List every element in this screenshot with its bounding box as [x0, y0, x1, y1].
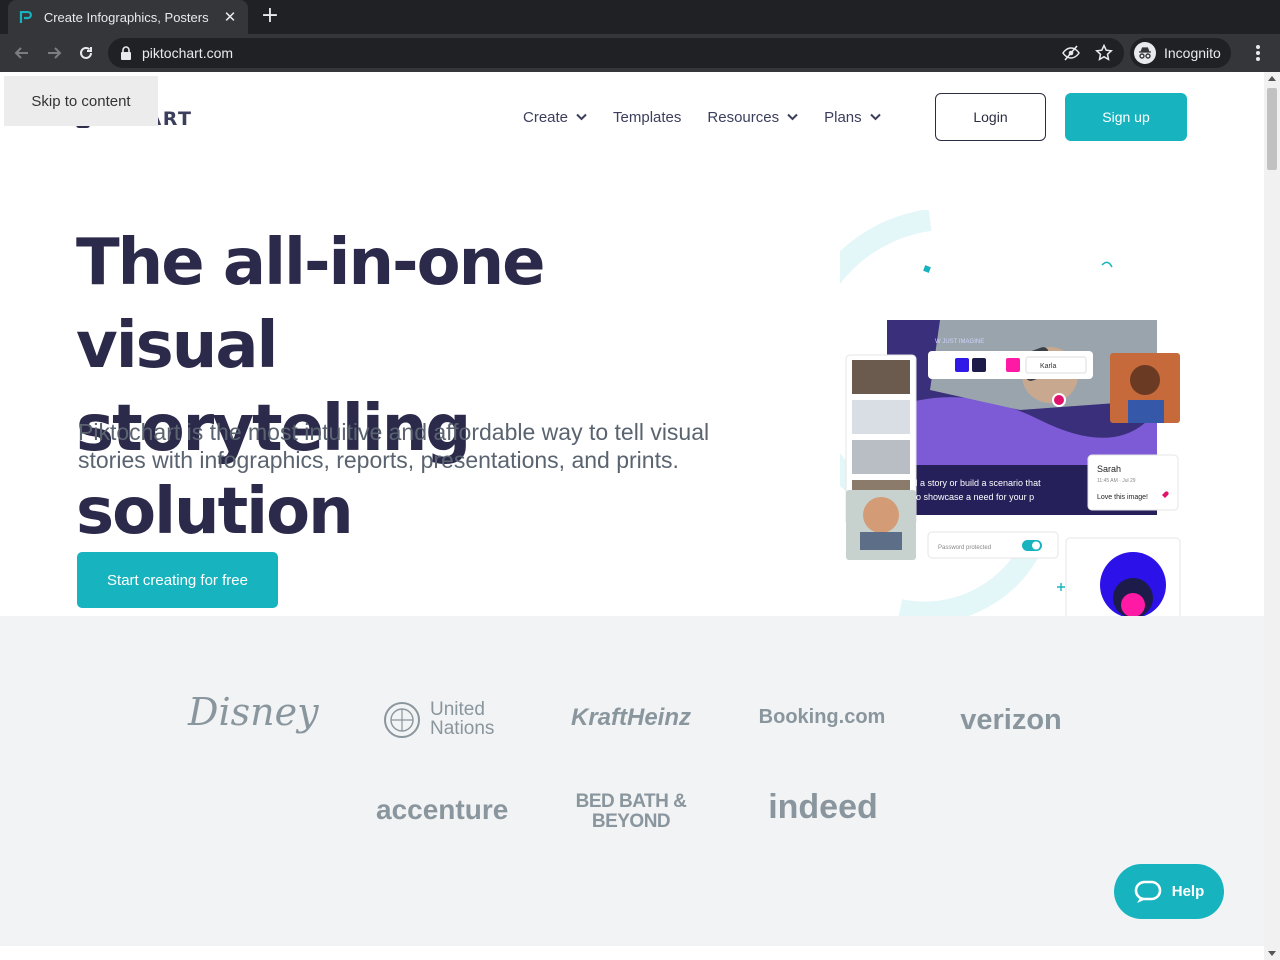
browser-tab[interactable]: Create Infographics, Posters ✕ — [8, 0, 248, 34]
incognito-icon — [1134, 42, 1156, 64]
nav-create[interactable]: Create — [523, 106, 587, 128]
logo-bed-bath-beyond: BED BATH & BEYOND — [575, 791, 687, 832]
page-viewport: Skip to content OCHART Create Templates … — [0, 72, 1280, 960]
nav-resources-label: Resources — [707, 108, 780, 126]
main-nav: Create Templates Resources Plans — [523, 106, 907, 128]
start-creating-button[interactable]: Start creating for free — [77, 552, 278, 608]
nav-plans-label: Plans — [824, 108, 862, 126]
address-bar[interactable]: piktochart.com — [108, 38, 1124, 68]
scroll-thumb[interactable] — [1267, 88, 1277, 170]
back-icon[interactable] — [10, 41, 34, 65]
un-emblem-icon — [384, 702, 420, 738]
art-caption-line1: Tell a story or build a scenario that — [904, 478, 1041, 488]
incognito-label: Incognito — [1164, 45, 1221, 61]
piktochart-favicon-icon — [19, 10, 32, 23]
bookmark-star-icon[interactable] — [1095, 44, 1113, 62]
nav-create-label: Create — [523, 108, 569, 126]
login-button[interactable]: Login — [935, 93, 1046, 141]
nav-resources[interactable]: Resources — [707, 106, 798, 128]
chevron-down-icon — [787, 113, 798, 121]
tab-title: Create Infographics, Posters — [43, 9, 209, 25]
logo-accenture: accenture — [376, 794, 509, 825]
page-scrollbar[interactable] — [1264, 72, 1280, 960]
nav-plans[interactable]: Plans — [824, 106, 881, 128]
logo-kraftheinz: KraftHeinz — [570, 704, 691, 731]
reload-icon[interactable] — [74, 41, 98, 65]
incognito-indicator[interactable]: Incognito — [1130, 38, 1231, 68]
art-caption-line2: le to showcase a need for your p — [904, 492, 1034, 502]
scroll-up-icon[interactable] — [1268, 76, 1276, 81]
logo-verizon: verizon — [960, 704, 1062, 736]
tab-close-icon[interactable]: ✕ — [222, 8, 238, 26]
browser-tabstrip: Create Infographics, Posters ✕ + — [0, 0, 1280, 34]
art-comment-text: Love this image! — [1097, 494, 1148, 501]
logo-booking: Booking.com — [758, 706, 886, 728]
art-comment-name: Sarah — [1097, 464, 1121, 474]
chevron-down-icon — [869, 113, 881, 121]
browser-menu-icon[interactable] — [1248, 42, 1268, 64]
signup-button[interactable]: Sign up — [1065, 93, 1187, 141]
chevron-down-icon — [576, 113, 587, 121]
nav-templates[interactable]: Templates — [613, 106, 681, 128]
art-comment-time: 11:45 AM · Jul 29 — [1097, 478, 1136, 484]
art-password-label: Password protected — [938, 545, 991, 551]
hero-title: The all-in-one visual storytelling solut… — [76, 222, 756, 554]
art-font-select: Karla — [1040, 363, 1056, 370]
logo-united-nations: United Nations — [380, 700, 506, 740]
logo-indeed: indeed — [768, 788, 878, 826]
hero-title-line1: The all-in-one visual — [76, 226, 546, 383]
un-label: United Nations — [430, 699, 495, 739]
nav-templates-label: Templates — [613, 108, 682, 126]
scroll-down-icon[interactable] — [1268, 951, 1276, 956]
tracking-blocked-eye-icon[interactable] — [1062, 44, 1080, 62]
help-button[interactable]: Help — [1114, 864, 1224, 919]
forward-icon[interactable] — [42, 41, 66, 65]
hero-editor-illustration: W JUST IMAGINE Tell a story or build a s… — [840, 210, 1181, 620]
chat-bubble-icon — [1134, 880, 1162, 903]
art-heading-snippet: W JUST IMAGINE — [935, 339, 984, 345]
help-label: Help — [1171, 883, 1205, 900]
new-tab-icon[interactable]: + — [258, 5, 282, 29]
client-logos-band: Disney United Nations KraftHeinz Booking… — [0, 616, 1264, 946]
skip-to-content-link[interactable]: Skip to content — [4, 76, 158, 126]
logo-disney: Disney — [188, 690, 319, 734]
browser-toolbar: piktochart.com Incognito — [0, 34, 1280, 72]
url-text: piktochart.com — [142, 45, 234, 61]
hero-subtitle: Piktochart is the most intuitive and aff… — [78, 419, 710, 473]
lock-icon — [121, 46, 131, 60]
